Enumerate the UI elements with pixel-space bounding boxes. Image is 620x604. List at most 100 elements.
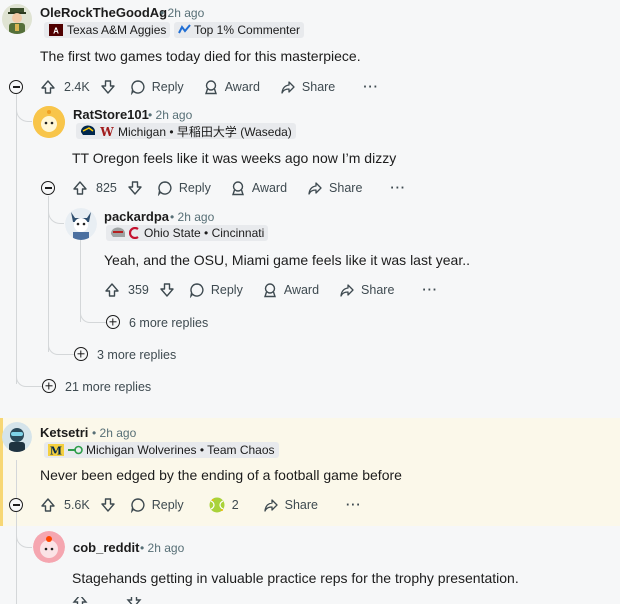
more-options-button[interactable]: ··· bbox=[346, 498, 362, 512]
expand-more-replies-button[interactable] bbox=[42, 379, 56, 393]
thread-curve-c2-more bbox=[48, 338, 74, 355]
award-icon bbox=[203, 79, 219, 95]
comment-body: Stagehands getting in valuable practice … bbox=[72, 570, 519, 586]
reply-button[interactable]: Reply bbox=[157, 180, 211, 196]
share-button[interactable]: Share bbox=[307, 180, 362, 196]
arrow-up-icon[interactable] bbox=[40, 497, 56, 513]
cincinnati-logo-icon bbox=[129, 227, 139, 239]
team-chaos-icon bbox=[68, 445, 83, 455]
arrow-up-icon[interactable] bbox=[104, 282, 120, 298]
expand-more-replies-button[interactable] bbox=[74, 347, 88, 361]
michigan-helmet-icon bbox=[80, 125, 95, 135]
share-button[interactable]: Share bbox=[280, 79, 335, 95]
comment-body: TT Oregon feels like it was weeks ago no… bbox=[72, 150, 397, 166]
avatar[interactable] bbox=[33, 531, 65, 563]
collapse-thread-button[interactable] bbox=[9, 80, 23, 94]
comment-actions-partial bbox=[40, 597, 142, 604]
svg-text:M: M bbox=[50, 445, 62, 457]
award-button[interactable]: Award bbox=[230, 180, 287, 196]
arrow-down-icon[interactable] bbox=[100, 79, 116, 95]
top-commenter-badge: Top 1% Commenter bbox=[174, 22, 305, 38]
more-options-button[interactable]: ··· bbox=[422, 283, 438, 297]
vote-group: 2.4K bbox=[40, 79, 116, 95]
avatar[interactable] bbox=[2, 422, 32, 452]
michigan-block-m-icon: M bbox=[48, 444, 64, 456]
username[interactable]: packardpa bbox=[104, 209, 169, 224]
arrow-up-icon[interactable] bbox=[40, 79, 56, 95]
top-commenter-icon bbox=[178, 24, 191, 34]
arrow-down-icon[interactable] bbox=[159, 282, 175, 298]
arrow-down-icon[interactable] bbox=[127, 180, 143, 196]
award-button[interactable]: Award bbox=[203, 79, 260, 95]
collapse-thread-button[interactable] bbox=[9, 498, 23, 512]
comment-body: The first two games today died for this … bbox=[40, 48, 361, 64]
share-arrow-icon bbox=[263, 497, 279, 513]
thread-curve-c2 bbox=[16, 100, 32, 122]
timestamp: • 2h ago bbox=[92, 426, 137, 440]
avatar[interactable] bbox=[2, 4, 32, 34]
share-button[interactable]: Share bbox=[263, 497, 318, 513]
vote-group: 359 bbox=[104, 282, 175, 298]
vote-count: 825 bbox=[96, 181, 117, 195]
comment-actions: 5.6K Reply 2 Share ··· bbox=[40, 494, 362, 516]
more-replies-link[interactable]: 21 more replies bbox=[65, 380, 151, 394]
speech-bubble-icon bbox=[189, 282, 205, 298]
more-replies-link[interactable]: 6 more replies bbox=[129, 316, 208, 330]
username[interactable]: OleRockTheGoodAg bbox=[40, 5, 167, 20]
expand-more-replies-button[interactable] bbox=[106, 315, 120, 329]
share-arrow-icon bbox=[280, 79, 296, 95]
comment-actions: 2.4K Reply Award Share ··· bbox=[40, 76, 379, 98]
ohio-state-helmet-icon bbox=[110, 227, 125, 237]
thread-curve-c3-more bbox=[80, 306, 106, 323]
more-replies-link[interactable]: 3 more replies bbox=[97, 348, 176, 362]
tennis-ball-award-icon bbox=[208, 496, 226, 514]
arrow-down-icon[interactable] bbox=[100, 497, 116, 513]
comment-body: Yeah, and the OSU, Miami game feels like… bbox=[104, 252, 470, 268]
speech-bubble-icon bbox=[157, 180, 173, 196]
vote-count: 2.4K bbox=[64, 80, 90, 94]
user-flair: W Michigan • 早稲田大学 (Waseda) bbox=[76, 123, 296, 139]
user-flair: M Michigan Wolverines • Team Chaos bbox=[44, 442, 279, 458]
share-arrow-icon bbox=[339, 282, 355, 298]
timestamp: • 2h ago bbox=[170, 210, 215, 224]
share-button[interactable]: Share bbox=[339, 282, 394, 298]
collapse-thread-button[interactable] bbox=[41, 181, 55, 195]
texas-am-logo-icon: A bbox=[49, 24, 63, 36]
avatar[interactable] bbox=[65, 208, 97, 240]
user-flair: A Texas A&M Aggies bbox=[44, 22, 171, 38]
svg-text:W: W bbox=[99, 125, 114, 137]
comment-body: Never been edged by the ending of a foot… bbox=[40, 467, 402, 483]
reply-button[interactable]: Reply bbox=[130, 497, 184, 513]
award-icon bbox=[262, 282, 278, 298]
timestamp: • 2h ago bbox=[140, 541, 185, 555]
username[interactable]: cob_reddit bbox=[73, 540, 139, 555]
speech-bubble-icon bbox=[130, 79, 146, 95]
thread-curve-c1-more bbox=[16, 370, 42, 387]
vote-group: 5.6K bbox=[40, 497, 116, 513]
waseda-logo-icon: W bbox=[99, 125, 114, 137]
vote-group: 825 bbox=[72, 180, 143, 196]
arrow-up-icon[interactable] bbox=[72, 597, 88, 604]
reply-button[interactable]: Reply bbox=[189, 282, 243, 298]
comment-actions: 825 Reply Award Share ··· bbox=[72, 177, 406, 199]
thread-line-c2 bbox=[48, 196, 49, 352]
vote-count: 359 bbox=[128, 283, 149, 297]
vote-count: 5.6K bbox=[64, 498, 90, 512]
timestamp: • 2h ago bbox=[160, 6, 205, 20]
avatar[interactable] bbox=[33, 106, 65, 138]
speech-bubble-icon bbox=[130, 497, 146, 513]
more-options-button[interactable]: ··· bbox=[390, 181, 406, 195]
reply-button[interactable]: Reply bbox=[130, 79, 184, 95]
more-options-button[interactable]: ··· bbox=[363, 80, 379, 94]
award-icon bbox=[230, 180, 246, 196]
thread-curve-c3 bbox=[48, 200, 64, 224]
arrow-down-icon[interactable] bbox=[126, 597, 142, 604]
timestamp: • 2h ago bbox=[148, 108, 193, 122]
arrow-up-icon[interactable] bbox=[72, 180, 88, 196]
comment-actions: 359 Reply Award Share ··· bbox=[104, 279, 438, 301]
username[interactable]: Ketsetri bbox=[40, 425, 88, 440]
thread-line-c1 bbox=[16, 94, 17, 384]
username[interactable]: RatStore101 bbox=[73, 107, 149, 122]
award-button[interactable]: Award bbox=[262, 282, 319, 298]
award-button[interactable]: 2 bbox=[208, 496, 239, 514]
